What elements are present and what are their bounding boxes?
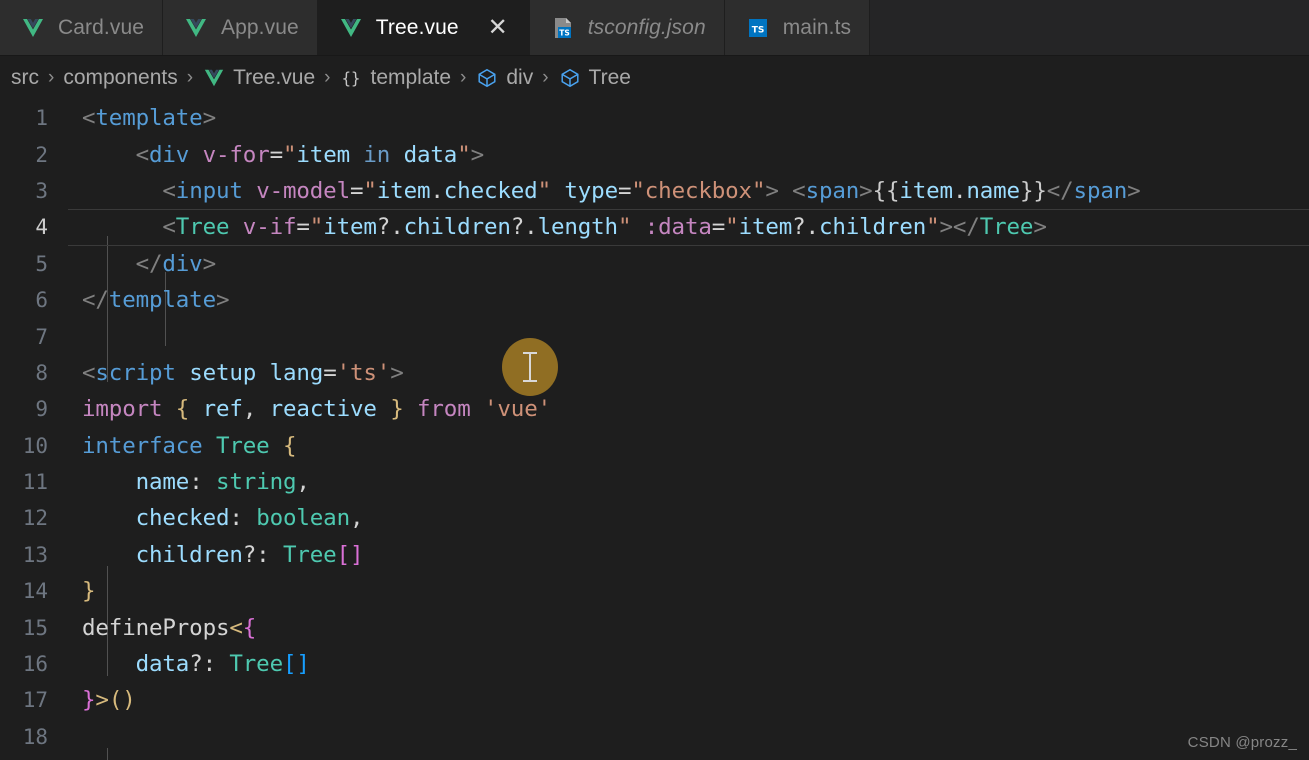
code-line-content: <div v-for="item in data"> xyxy=(135,141,485,168)
line-number: 18 xyxy=(22,724,48,749)
breadcrumb-separator: › xyxy=(324,67,331,88)
braces-symbol-icon: {} xyxy=(339,66,363,90)
cube-symbol-icon xyxy=(475,66,499,90)
code-line-content: <script setup lang='ts'> xyxy=(82,359,404,386)
code-line[interactable]: 12 checked: boolean, xyxy=(0,500,1309,536)
code-line-content: } xyxy=(82,578,96,605)
code-line[interactable]: 1 <template> xyxy=(0,100,1309,136)
tab-main-ts[interactable]: TS main.ts xyxy=(724,0,871,55)
code-line[interactable]: 8 <script setup lang='ts'> xyxy=(0,355,1309,391)
line-number: 16 xyxy=(22,652,48,677)
breadcrumb-label: div xyxy=(506,66,534,89)
tab-label: Tree.vue xyxy=(375,16,459,39)
breadcrumb-item-tree[interactable]: Tree xyxy=(555,66,634,90)
line-number: 10 xyxy=(22,433,48,458)
vue-file-icon xyxy=(183,15,209,41)
code-line-content: }>() xyxy=(82,687,136,714)
breadcrumb-separator: › xyxy=(186,67,194,88)
vue-file-icon xyxy=(20,15,46,41)
code-line[interactable]: 18 xyxy=(0,719,1309,755)
code-line-content: interface Tree { xyxy=(82,432,297,459)
code-line-content: </template> xyxy=(82,287,230,314)
breadcrumb-separator: › xyxy=(542,67,549,88)
line-number: 1 xyxy=(35,106,48,131)
tab-tsconfig-json[interactable]: TS tsconfig.json xyxy=(529,0,725,55)
line-number: 5 xyxy=(35,251,48,276)
code-line-content: </div> xyxy=(135,250,217,277)
line-number: 12 xyxy=(22,506,48,531)
code-line-content: <template> xyxy=(82,105,216,132)
tab-bar-empty-space xyxy=(870,0,1309,55)
tab-label: tsconfig.json xyxy=(587,16,706,39)
code-line-content: <Tree v-if="item?.children?.length" :dat… xyxy=(162,214,1047,241)
tsconfig-file-icon: TS xyxy=(550,15,576,41)
tab-app-vue[interactable]: App.vue xyxy=(163,0,318,55)
cube-symbol-icon xyxy=(558,66,582,90)
line-number: 7 xyxy=(35,324,48,349)
line-number: 17 xyxy=(22,688,48,713)
code-line[interactable]: 14 } xyxy=(0,573,1309,609)
vue-file-icon xyxy=(202,66,226,90)
vue-file-icon xyxy=(338,15,364,41)
code-line[interactable]: 15 defineProps<{ xyxy=(0,609,1309,645)
code-line[interactable]: 16 data?: Tree[] xyxy=(0,646,1309,682)
breadcrumb-item-src[interactable]: src xyxy=(8,66,42,90)
code-line-content: <input v-model="item.checked" type="chec… xyxy=(162,177,1141,204)
svg-text:{}: {} xyxy=(342,70,361,88)
code-line[interactable]: 10 interface Tree { xyxy=(0,428,1309,464)
watermark-text: CSDN @prozz_ xyxy=(1187,734,1297,751)
code-line-content: name: string, xyxy=(135,469,310,496)
line-number: 2 xyxy=(35,142,48,167)
line-number: 3 xyxy=(35,178,48,203)
breadcrumb-label: components xyxy=(63,66,178,89)
code-line-content: children?: Tree[] xyxy=(135,541,364,568)
code-line-content: checked: boolean, xyxy=(135,505,364,532)
code-line[interactable]: 2 <div v-for="item in data"> xyxy=(0,136,1309,172)
typescript-file-icon: TS xyxy=(745,15,771,41)
line-number: 4 xyxy=(35,215,48,240)
code-line[interactable]: 3 <input v-model="item.checked" type="ch… xyxy=(0,173,1309,209)
code-line[interactable]: 13 children?: Tree[] xyxy=(0,537,1309,573)
code-editor[interactable]: 1 <template> 2 <div v-for="item in data"… xyxy=(0,100,1309,760)
svg-text:TS: TS xyxy=(559,28,570,37)
tab-label: Card.vue xyxy=(58,16,145,39)
breadcrumb-label: Tree.vue xyxy=(233,66,316,89)
breadcrumb-label: src xyxy=(11,66,39,89)
breadcrumb-label: template xyxy=(370,66,452,89)
code-line[interactable]: 9 import { ref, reactive } from 'vue' xyxy=(0,391,1309,427)
tab-tree-vue[interactable]: Tree.vue ✕ xyxy=(317,0,530,55)
code-line[interactable]: 4 <Tree v-if="item?.children?.length" :d… xyxy=(0,209,1309,246)
code-line[interactable]: 17 }>() xyxy=(0,682,1309,718)
breadcrumb-item-div[interactable]: div xyxy=(472,66,536,90)
breadcrumb: src › components › Tree.vue › {} templat… xyxy=(0,56,1309,100)
code-line[interactable]: 5 </div> xyxy=(0,246,1309,282)
line-number: 9 xyxy=(35,397,48,422)
breadcrumb-separator: › xyxy=(48,67,55,88)
code-line-content: defineProps<{ xyxy=(82,614,257,641)
line-number: 8 xyxy=(35,360,48,385)
breadcrumb-label: Tree xyxy=(588,66,631,89)
line-number: 6 xyxy=(35,288,48,313)
line-number: 11 xyxy=(22,470,48,495)
breadcrumb-separator: › xyxy=(460,67,467,88)
line-number: 15 xyxy=(22,615,48,640)
close-icon[interactable]: ✕ xyxy=(485,15,511,41)
code-line-content: data?: Tree[] xyxy=(135,651,310,678)
breadcrumb-item-tree-vue[interactable]: Tree.vue xyxy=(199,66,318,90)
code-line-content: import { ref, reactive } from 'vue' xyxy=(82,396,551,423)
line-number: 14 xyxy=(22,579,48,604)
line-number: 13 xyxy=(22,542,48,567)
tab-label: main.ts xyxy=(782,16,852,39)
editor-tab-bar: Card.vue App.vue Tree.vue ✕ TS tsconfig.… xyxy=(0,0,1309,56)
breadcrumb-item-components[interactable]: components xyxy=(60,66,180,90)
tab-card-vue[interactable]: Card.vue xyxy=(0,0,164,55)
svg-text:TS: TS xyxy=(751,25,764,35)
code-line[interactable]: 11 name: string, xyxy=(0,464,1309,500)
breadcrumb-item-template[interactable]: {} template xyxy=(336,66,454,90)
code-line[interactable]: 7 xyxy=(0,318,1309,354)
code-line[interactable]: 6 </template> xyxy=(0,282,1309,318)
tab-label: App.vue xyxy=(221,16,299,39)
